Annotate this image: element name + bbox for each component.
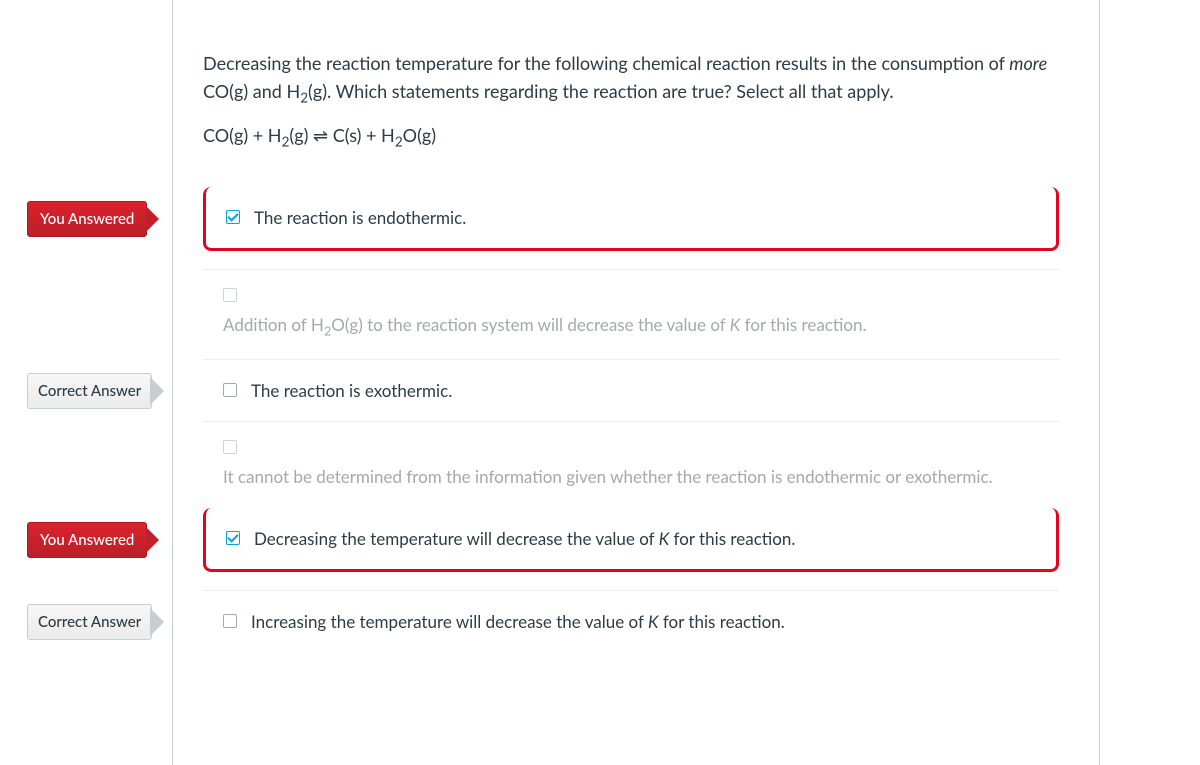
badge-arrow-icon [146,206,159,232]
answer-content: The reaction is exothermic. [203,359,1059,422]
correct-answer-badge: Correct Answer [27,604,152,640]
equilibrium-arrow-icon: ⇌ [313,122,328,150]
answers-area: You Answered The reaction is endothermic… [173,187,1099,653]
question-container: Decreasing the reaction temperature for … [172,0,1100,765]
checkbox-icon [223,614,237,628]
subscript: 2 [395,134,403,150]
answer-content: Addition of H2O(g) to the reaction syste… [203,269,1059,359]
you-answered-badge: You Answered [27,522,147,558]
answer-text: The reaction is exothermic. [251,378,1039,404]
answer-content: Increasing the temperature will decrease… [203,590,1059,653]
prompt-text-1: Decreasing the reaction temperature for … [203,52,1009,74]
correct-answer-badge: Correct Answer [27,373,152,409]
answer-text: Decreasing the temperature will decrease… [254,526,1036,552]
checkbox-icon [226,210,240,224]
answer-option-5: You Answered Decreasing the temperature … [203,508,1059,573]
answer-text: The reaction is endothermic. [254,205,1036,231]
answer-text: It cannot be determined from the informa… [223,464,1039,490]
answer-option-4: It cannot be determined from the informa… [203,421,1059,508]
you-answered-badge: You Answered [27,201,147,237]
badge-arrow-icon [151,378,164,404]
subscript: 2 [300,89,308,105]
answer-content: The reaction is endothermic. [203,187,1059,252]
checkbox-icon [223,288,237,302]
answer-content: It cannot be determined from the informa… [203,421,1059,508]
badge-arrow-icon [151,609,164,635]
prompt-text-3: (g). Which statements regarding the reac… [308,80,894,102]
answer-option-1: You Answered The reaction is endothermic… [203,187,1059,252]
answer-option-6: Correct Answer Increasing the temperatur… [203,590,1059,653]
answer-option-2: Addition of H2O(g) to the reaction syste… [203,269,1059,359]
answer-text: Increasing the temperature will decrease… [251,609,1039,635]
prompt-text-2: CO(g) and H [203,80,300,102]
checkbox-icon [223,383,237,397]
question-prompt: Decreasing the reaction temperature for … [173,0,1099,187]
badge-arrow-icon [146,527,159,553]
checkbox-icon [223,440,237,454]
answer-text: Addition of H2O(g) to the reaction syste… [223,312,1039,341]
answer-option-3: Correct Answer The reaction is exothermi… [203,359,1059,422]
checkbox-icon [226,531,240,545]
prompt-emphasis: more [1009,52,1047,74]
reaction-equation: CO(g) + H2(g) ⇌ C(s) + H2O(g) [203,122,1059,153]
answer-content: Decreasing the temperature will decrease… [203,508,1059,573]
